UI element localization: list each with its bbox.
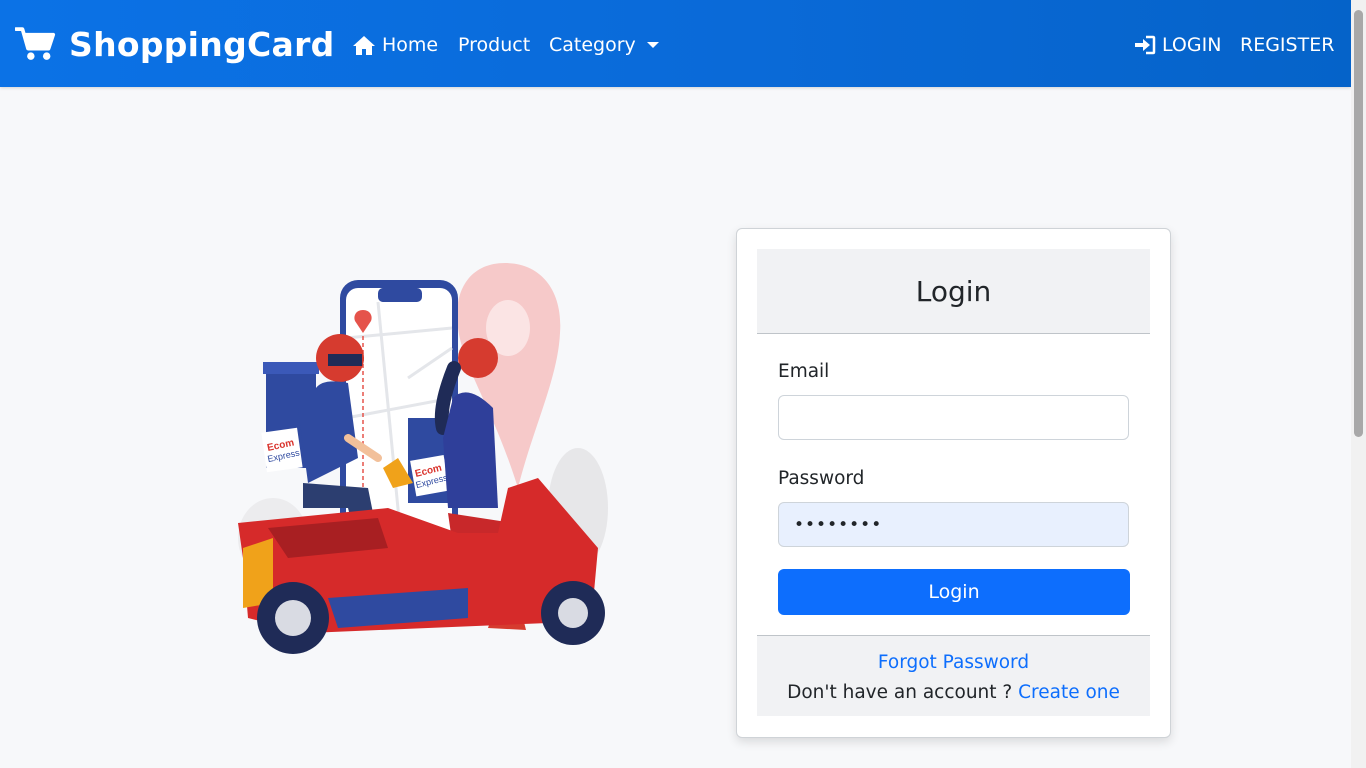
home-icon	[353, 35, 375, 55]
password-label: Password	[778, 468, 865, 489]
nav-home-label: Home	[382, 34, 439, 56]
delivery-scooter-image: Ecom Express Ecom Express	[238, 263, 608, 654]
delivery-illustration: Ecom Express Ecom Express	[228, 258, 613, 658]
login-card-footer: Forgot Password Don't have an account ? …	[757, 635, 1150, 716]
page-scrollbar[interactable]	[1351, 0, 1366, 768]
nav-home[interactable]: Home	[352, 32, 438, 58]
email-field[interactable]	[778, 395, 1129, 440]
shopping-cart-icon	[15, 27, 56, 60]
login-submit-button[interactable]: Login	[778, 569, 1130, 615]
nav-product-label: Product	[458, 34, 531, 56]
forgot-password-link[interactable]: Forgot Password	[878, 652, 1029, 673]
login-title: Login	[915, 274, 992, 308]
nav-register[interactable]: REGISTER	[1240, 32, 1334, 58]
nav-login-label: LOGIN	[1162, 34, 1222, 56]
nav-register-label: REGISTER	[1240, 34, 1335, 56]
brand-name: ShoppingCard	[69, 24, 335, 64]
login-card: Login Email Password Login Forgot Passwo…	[736, 228, 1171, 738]
top-navbar: ShoppingCard Home Product Category LOGIN…	[0, 0, 1351, 87]
login-card-header: Login	[757, 249, 1150, 334]
email-label: Email	[778, 361, 830, 382]
nav-category-dropdown[interactable]: Category	[549, 32, 659, 58]
create-account-link[interactable]: Create one	[1018, 682, 1120, 703]
nav-category-label: Category	[549, 34, 636, 56]
scrollbar-thumb[interactable]	[1354, 10, 1363, 437]
nav-product[interactable]: Product	[458, 32, 530, 58]
password-field[interactable]	[778, 502, 1129, 547]
brand-link[interactable]: ShoppingCard	[15, 22, 335, 66]
sign-in-icon	[1135, 35, 1156, 55]
no-account-text: Don't have an account ?	[787, 682, 1013, 703]
caret-down-icon	[646, 42, 659, 48]
nav-login[interactable]: LOGIN	[1134, 32, 1221, 58]
